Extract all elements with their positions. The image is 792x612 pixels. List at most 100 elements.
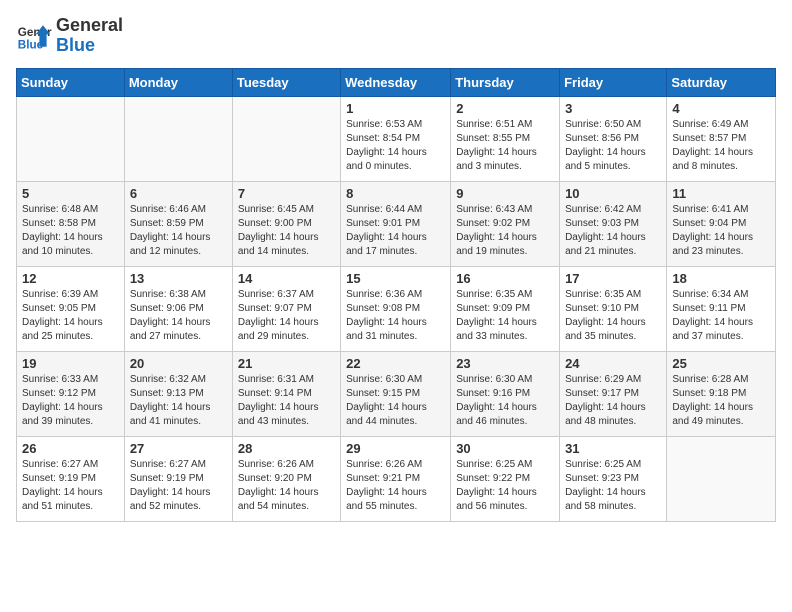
day-info-line: Sunrise: 6:30 AM — [346, 373, 445, 387]
day-info-line: Daylight: 14 hours — [565, 231, 661, 245]
day-info-line: and 44 minutes. — [346, 415, 445, 429]
day-info-line: Daylight: 14 hours — [22, 316, 119, 330]
day-info-line: Daylight: 14 hours — [346, 316, 445, 330]
day-info-line: and 27 minutes. — [130, 330, 227, 344]
day-info-line: and 35 minutes. — [565, 330, 661, 344]
day-info-line: Sunset: 9:03 PM — [565, 217, 661, 231]
day-number: 3 — [565, 101, 661, 116]
day-info-line: Sunset: 9:01 PM — [346, 217, 445, 231]
day-number: 16 — [456, 271, 554, 286]
calendar-week-row: 26Sunrise: 6:27 AMSunset: 9:19 PMDayligh… — [17, 436, 776, 521]
day-number: 6 — [130, 186, 227, 201]
day-info-line: Sunset: 9:16 PM — [456, 387, 554, 401]
logo: General Blue General Blue — [16, 16, 123, 56]
day-info-line: Sunset: 8:57 PM — [672, 132, 770, 146]
day-info-line: Sunrise: 6:30 AM — [456, 373, 554, 387]
day-info-line: Daylight: 14 hours — [456, 146, 554, 160]
day-info-line: Sunset: 8:55 PM — [456, 132, 554, 146]
col-monday: Monday — [124, 68, 232, 96]
calendar-day-cell: 2Sunrise: 6:51 AMSunset: 8:55 PMDaylight… — [451, 96, 560, 181]
day-info-line: Sunrise: 6:28 AM — [672, 373, 770, 387]
calendar-day-cell: 28Sunrise: 6:26 AMSunset: 9:20 PMDayligh… — [232, 436, 340, 521]
day-number: 25 — [672, 356, 770, 371]
day-info-line: Sunset: 9:22 PM — [456, 472, 554, 486]
col-sunday: Sunday — [17, 68, 125, 96]
day-info-line: Sunrise: 6:45 AM — [238, 203, 335, 217]
calendar-day-cell: 26Sunrise: 6:27 AMSunset: 9:19 PMDayligh… — [17, 436, 125, 521]
calendar-day-cell: 18Sunrise: 6:34 AMSunset: 9:11 PMDayligh… — [667, 266, 776, 351]
day-info-line: and 37 minutes. — [672, 330, 770, 344]
day-info-line: Sunset: 9:11 PM — [672, 302, 770, 316]
day-number: 15 — [346, 271, 445, 286]
day-number: 4 — [672, 101, 770, 116]
logo-icon: General Blue — [16, 18, 52, 54]
day-info-line: Sunset: 8:58 PM — [22, 217, 119, 231]
day-info-line: Daylight: 14 hours — [346, 231, 445, 245]
day-info-line: Sunrise: 6:25 AM — [565, 458, 661, 472]
day-info-line: Sunset: 8:54 PM — [346, 132, 445, 146]
col-thursday: Thursday — [451, 68, 560, 96]
day-info-line: Sunset: 9:10 PM — [565, 302, 661, 316]
day-info-line: and 58 minutes. — [565, 500, 661, 514]
day-info-line: and 56 minutes. — [456, 500, 554, 514]
day-number: 14 — [238, 271, 335, 286]
day-info-line: Sunset: 9:12 PM — [22, 387, 119, 401]
calendar-week-row: 5Sunrise: 6:48 AMSunset: 8:58 PMDaylight… — [17, 181, 776, 266]
day-number: 31 — [565, 441, 661, 456]
day-info-line: and 12 minutes. — [130, 245, 227, 259]
day-info-line: and 10 minutes. — [22, 245, 119, 259]
day-info-line: Daylight: 14 hours — [22, 401, 119, 415]
day-info-line: Sunset: 9:08 PM — [346, 302, 445, 316]
day-info-line: Sunrise: 6:27 AM — [22, 458, 119, 472]
day-info-line: Sunset: 9:02 PM — [456, 217, 554, 231]
calendar-day-cell: 11Sunrise: 6:41 AMSunset: 9:04 PMDayligh… — [667, 181, 776, 266]
calendar-day-cell: 21Sunrise: 6:31 AMSunset: 9:14 PMDayligh… — [232, 351, 340, 436]
day-info-line: Sunrise: 6:25 AM — [456, 458, 554, 472]
day-info-line: and 14 minutes. — [238, 245, 335, 259]
day-info-line: Daylight: 14 hours — [130, 316, 227, 330]
calendar-table: Sunday Monday Tuesday Wednesday Thursday… — [16, 68, 776, 522]
day-info-line: and 55 minutes. — [346, 500, 445, 514]
day-info-line: Sunrise: 6:27 AM — [130, 458, 227, 472]
day-info-line: Daylight: 14 hours — [238, 231, 335, 245]
calendar-day-cell: 13Sunrise: 6:38 AMSunset: 9:06 PMDayligh… — [124, 266, 232, 351]
day-number: 10 — [565, 186, 661, 201]
day-number: 26 — [22, 441, 119, 456]
calendar-day-cell: 3Sunrise: 6:50 AMSunset: 8:56 PMDaylight… — [560, 96, 667, 181]
day-info-line: Sunset: 9:06 PM — [130, 302, 227, 316]
day-info-line: Daylight: 14 hours — [672, 146, 770, 160]
day-number: 2 — [456, 101, 554, 116]
day-info-line: Sunset: 9:13 PM — [130, 387, 227, 401]
day-info-line: and 48 minutes. — [565, 415, 661, 429]
day-number: 21 — [238, 356, 335, 371]
day-info-line: Sunset: 9:20 PM — [238, 472, 335, 486]
day-info-line: Daylight: 14 hours — [238, 401, 335, 415]
day-info-line: Daylight: 14 hours — [672, 231, 770, 245]
day-info-line: and 54 minutes. — [238, 500, 335, 514]
day-info-line: Daylight: 14 hours — [130, 486, 227, 500]
day-info-line: and 52 minutes. — [130, 500, 227, 514]
calendar-day-cell: 8Sunrise: 6:44 AMSunset: 9:01 PMDaylight… — [341, 181, 451, 266]
day-info-line: Daylight: 14 hours — [238, 486, 335, 500]
col-friday: Friday — [560, 68, 667, 96]
calendar-day-cell: 23Sunrise: 6:30 AMSunset: 9:16 PMDayligh… — [451, 351, 560, 436]
calendar-week-row: 12Sunrise: 6:39 AMSunset: 9:05 PMDayligh… — [17, 266, 776, 351]
day-info-line: Sunset: 9:15 PM — [346, 387, 445, 401]
day-info-line: Daylight: 14 hours — [456, 231, 554, 245]
day-info-line: Daylight: 14 hours — [22, 231, 119, 245]
day-info-line: Sunrise: 6:39 AM — [22, 288, 119, 302]
calendar-day-cell: 7Sunrise: 6:45 AMSunset: 9:00 PMDaylight… — [232, 181, 340, 266]
day-info-line: Sunrise: 6:26 AM — [346, 458, 445, 472]
day-info-line: and 25 minutes. — [22, 330, 119, 344]
day-info-line: Daylight: 14 hours — [22, 486, 119, 500]
calendar-day-cell: 4Sunrise: 6:49 AMSunset: 8:57 PMDaylight… — [667, 96, 776, 181]
day-number: 29 — [346, 441, 445, 456]
day-info-line: and 31 minutes. — [346, 330, 445, 344]
calendar-day-cell: 20Sunrise: 6:32 AMSunset: 9:13 PMDayligh… — [124, 351, 232, 436]
day-info-line: and 8 minutes. — [672, 160, 770, 174]
calendar-day-cell: 24Sunrise: 6:29 AMSunset: 9:17 PMDayligh… — [560, 351, 667, 436]
day-info-line: Daylight: 14 hours — [565, 401, 661, 415]
calendar-day-cell: 1Sunrise: 6:53 AMSunset: 8:54 PMDaylight… — [341, 96, 451, 181]
day-info-line: Sunset: 9:04 PM — [672, 217, 770, 231]
day-info-line: Sunrise: 6:38 AM — [130, 288, 227, 302]
